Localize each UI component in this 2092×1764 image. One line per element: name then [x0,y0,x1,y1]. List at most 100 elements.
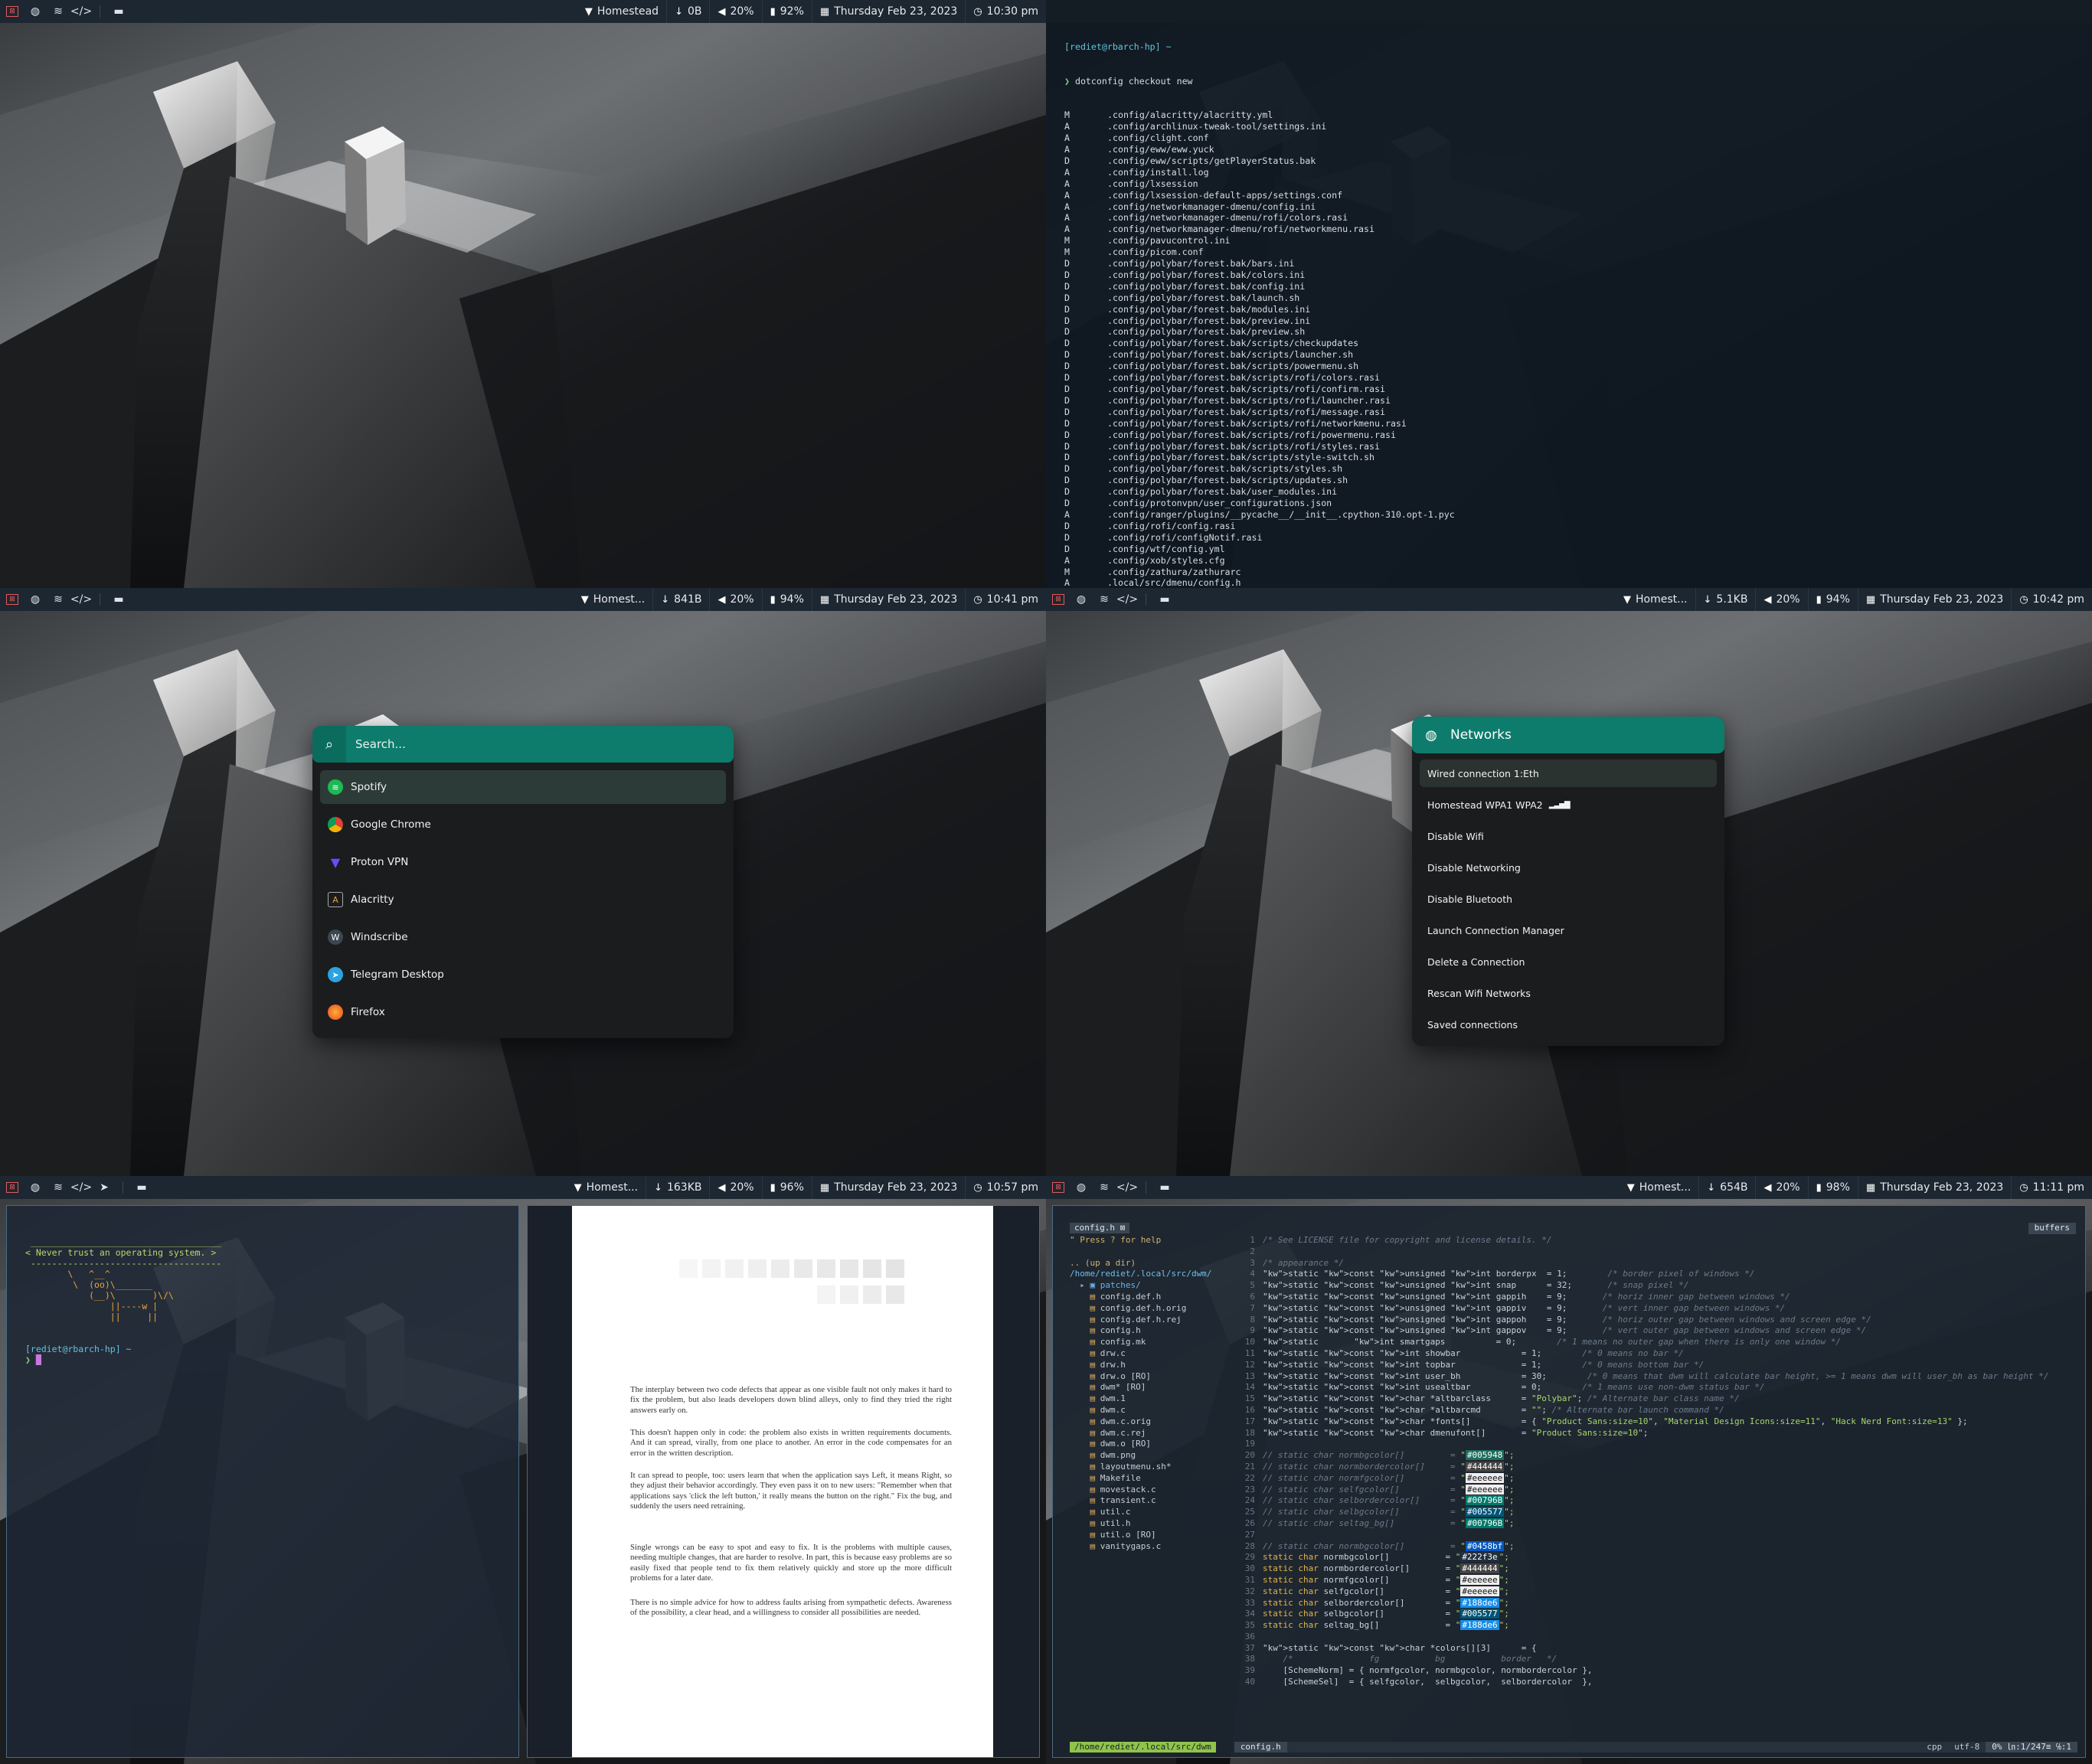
spotify-icon[interactable]: ≋ [49,590,67,609]
app-item-spotify[interactable]: ≋ Spotify [320,770,726,804]
arch-logo-icon[interactable]: ⊠ [6,1182,18,1193]
globe-icon[interactable]: ◍ [26,590,44,609]
tree-item[interactable]: ▤ movestack.c [1070,1485,1238,1496]
pdf-viewer[interactable]: The interplay between two code defects t… [527,1205,1040,1758]
code-icon[interactable]: </> [1116,1178,1138,1197]
spotify-icon[interactable]: ≋ [49,1178,67,1197]
layout-icon[interactable]: ▬ [110,590,128,609]
layout-icon[interactable]: ▬ [1156,590,1174,609]
tree-item[interactable]: ▤ layoutmenu.sh* [1070,1462,1238,1473]
tree-item[interactable]: ▤ util.o [RO] [1070,1530,1238,1541]
tree-item[interactable]: ▤ dwm.c.rej [1070,1428,1238,1439]
network-item[interactable]: Saved connections [1420,1011,1717,1038]
cowsay-terminal[interactable]: ____________________________________ < Ne… [6,1205,519,1758]
tree-item[interactable]: ▤ dwm.c.orig [1070,1416,1238,1428]
tree-item[interactable]: ▤ config.mk [1070,1337,1238,1348]
tree-item[interactable]: ▤ config.def.h [1070,1292,1238,1303]
network-item[interactable]: Homestead WPA1 WPA2 ▂▃▅▇ [1420,791,1717,818]
app-item-proton-vpn[interactable]: ▼ Proton VPN [320,845,726,879]
network-item[interactable]: Disable Networking [1420,854,1717,881]
layout-icon[interactable]: ▬ [1156,1178,1174,1197]
date-module[interactable]: ▦ Thursday Feb 23, 2023 [1857,1176,2011,1199]
file-path: .config/polybar/forest.bak/scripts/rofi/… [1107,417,1407,429]
tree-item[interactable]: ▤ transient.c [1070,1495,1238,1507]
app-item-alacritty[interactable]: A Alacritty [320,883,726,916]
code-buffer[interactable]: 1/* See LICENSE file for copyright and l… [1243,1235,2077,1688]
network-item[interactable]: Delete a Connection [1420,948,1717,975]
app-item-telegram[interactable]: ➤ Telegram Desktop [320,958,726,991]
network-item[interactable]: Rescan Wifi Networks [1420,979,1717,1007]
search-input[interactable] [346,737,734,751]
volume-module[interactable]: ◀ 20% [709,1176,761,1199]
tree-item[interactable]: ▤ drw.o [RO] [1070,1371,1238,1383]
tree-item[interactable]: ▤ drw.h [1070,1360,1238,1371]
date-module[interactable]: ▦ Thursday Feb 23, 2023 [811,0,965,23]
time-module[interactable]: ◷ 10:41 pm [965,588,1046,611]
tree-item[interactable]: ▤ config.h [1070,1325,1238,1337]
spotify-icon[interactable]: ≋ [1095,1178,1113,1197]
code-icon[interactable]: </> [70,2,92,21]
tree-item[interactable]: ▤ dwm.o [RO] [1070,1439,1238,1450]
nerdtree-panel[interactable]: " Press ? for help .. (up a dir)/home/re… [1070,1235,1238,1552]
wifi-module[interactable]: ▼ Homest... [1616,588,1695,611]
volume-module[interactable]: ◀ 20% [1755,588,1807,611]
color-swatch: #188de6 [1460,1620,1499,1631]
wifi-module[interactable]: ▼ Homest... [567,1176,646,1199]
time-module[interactable]: ◷ 10:30 pm [965,0,1046,23]
tree-item[interactable]: ▤ drw.c [1070,1348,1238,1360]
tree-item[interactable]: ▤ config.def.h.rej [1070,1315,1238,1326]
arch-logo-icon[interactable]: ⊠ [6,594,18,605]
checkout-line: D .config/rofi/config.rasi [1064,521,2074,532]
spotify-icon[interactable]: ≋ [1095,590,1113,609]
network-item[interactable]: Launch Connection Manager [1420,916,1717,944]
git-terminal[interactable]: [rediet@rbarch-hp] ~ ❯ dotconfig checkou… [1046,0,2092,588]
network-item[interactable]: Wired connection 1:Eth [1420,760,1717,787]
network-item[interactable]: Disable Bluetooth [1420,885,1717,913]
layout-icon[interactable]: ▬ [132,1178,151,1197]
tree-item[interactable]: ▤ dwm* [RO] [1070,1382,1238,1393]
tree-item[interactable]: ▸ ▣ patches/ [1070,1280,1238,1292]
tree-item[interactable]: ▤ dwm.png [1070,1450,1238,1462]
volume-module[interactable]: ◀ 20% [709,0,761,23]
wifi-module[interactable]: ▼ Homest... [1620,1176,1698,1199]
status-bar-hidden [1046,0,2092,23]
tree-item[interactable]: ▤ vanitygaps.c [1070,1541,1238,1553]
app-item-google-chrome[interactable]: Google Chrome [320,808,726,841]
tree-updir[interactable]: .. (up a dir) [1070,1258,1238,1269]
time-module[interactable]: ◷ 10:57 pm [965,1176,1046,1199]
tree-item[interactable]: ▤ config.def.h.orig [1070,1303,1238,1315]
globe-icon[interactable]: ◍ [1072,1178,1090,1197]
arch-logo-icon[interactable]: ⊠ [6,6,18,17]
globe-icon[interactable]: ◍ [26,1178,44,1197]
code-icon[interactable]: </> [1116,590,1138,609]
code-icon[interactable]: </> [70,1178,92,1197]
date-module[interactable]: ▦ Thursday Feb 23, 2023 [811,1176,965,1199]
vim-editor[interactable]: config.h ⊠ buffers " Press ? for help ..… [1052,1205,2086,1758]
date-module[interactable]: ▦ Thursday Feb 23, 2023 [811,588,965,611]
git-status-flag: D [1064,269,1070,280]
tab-config-h[interactable]: config.h ⊠ [1070,1223,1130,1233]
time-module[interactable]: ◷ 10:42 pm [2011,588,2092,611]
globe-icon[interactable]: ◍ [1072,590,1090,609]
app-item-firefox[interactable]: Firefox [320,995,726,1029]
code-icon[interactable]: </> [70,590,92,609]
wifi-module[interactable]: ▼ Homestead [577,0,666,23]
tree-item[interactable]: ▤ dwm.1 [1070,1393,1238,1405]
arch-logo-icon[interactable]: ⊠ [1052,594,1064,605]
layout-icon[interactable]: ▬ [110,2,128,21]
volume-module[interactable]: ◀ 20% [1755,1176,1807,1199]
wifi-module[interactable]: ▼ Homest... [574,588,652,611]
network-item[interactable]: Disable Wifi [1420,822,1717,850]
time-module[interactable]: ◷ 11:11 pm [2011,1176,2092,1199]
tree-item[interactable]: ▤ util.c [1070,1507,1238,1518]
telegram-icon[interactable]: ➤ [95,1178,113,1197]
tree-item[interactable]: ▤ Makefile [1070,1473,1238,1485]
tree-item[interactable]: ▤ util.h [1070,1518,1238,1530]
date-module[interactable]: ▦ Thursday Feb 23, 2023 [1857,588,2011,611]
globe-icon[interactable]: ◍ [26,2,44,21]
spotify-icon[interactable]: ≋ [49,2,67,21]
arch-logo-icon[interactable]: ⊠ [1052,1182,1064,1193]
volume-module[interactable]: ◀ 20% [709,588,761,611]
tree-item[interactable]: ▤ dwm.c [1070,1405,1238,1416]
app-item-windscribe[interactable]: W Windscribe [320,920,726,954]
